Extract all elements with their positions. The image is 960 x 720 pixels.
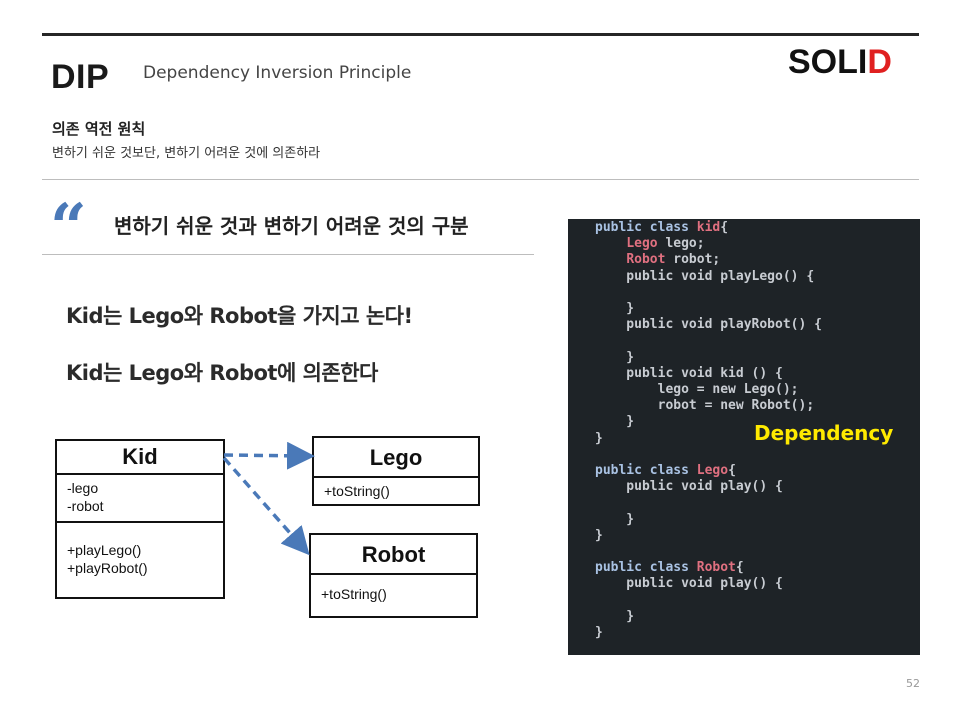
code-line: } bbox=[595, 301, 635, 316]
uml-class-robot: Robot +toString() bbox=[309, 533, 478, 618]
code-line: } bbox=[595, 527, 603, 543]
top-rule bbox=[42, 33, 919, 36]
code-line: robot = new Robot(); bbox=[595, 398, 815, 414]
code-line: Lego lego; bbox=[626, 236, 705, 252]
uml-attribute: -lego bbox=[67, 480, 99, 496]
code-line: public void playLego() { bbox=[595, 268, 815, 284]
uml-class-name: Robot bbox=[311, 535, 476, 575]
code-line: ​ bbox=[595, 544, 920, 560]
brand-accent: D bbox=[867, 43, 892, 81]
arrow-kid-to-robot bbox=[222, 456, 310, 556]
code-line: public void playRobot() { bbox=[595, 317, 822, 333]
page-subtitle: Dependency Inversion Principle bbox=[143, 63, 412, 83]
page-number: 52 bbox=[906, 677, 920, 690]
uml-operation: +toString() bbox=[321, 586, 387, 602]
code-line: } bbox=[595, 624, 603, 640]
code-line: Robot robot; bbox=[626, 252, 721, 268]
code-line: public class kid{ bbox=[595, 220, 729, 235]
code-line: public void play() { bbox=[595, 479, 783, 495]
code-line: } bbox=[595, 349, 635, 365]
quote-mark-icon: “ bbox=[50, 190, 87, 265]
code-line: ​ bbox=[595, 333, 920, 349]
code-line: public class Robot{ bbox=[595, 560, 744, 576]
code-line: ​ bbox=[595, 285, 920, 301]
uml-operation: +toString() bbox=[324, 483, 390, 499]
arrow-kid-to-lego bbox=[223, 441, 315, 470]
uml-class-name: Kid bbox=[57, 441, 223, 475]
code-line: public void play() { bbox=[595, 576, 783, 592]
uml-operations: +toString() bbox=[314, 478, 478, 504]
uml-attribute: -robot bbox=[67, 498, 104, 514]
code-line: ​ bbox=[595, 593, 920, 609]
solid-brand: SOLID bbox=[788, 43, 892, 82]
uml-operation: +playRobot() bbox=[67, 560, 148, 576]
statement-depends: Kid는 Lego와 Robot에 의존한다 bbox=[66, 361, 378, 385]
uml-class-lego: Lego +toString() bbox=[312, 436, 480, 506]
code-line: lego = new Lego(); bbox=[595, 382, 799, 397]
statement-plays: Kid는 Lego와 Robot을 가지고 논다! bbox=[66, 304, 413, 328]
principle-description: 변하기 쉬운 것보단, 변하기 어려운 것에 의존하라 bbox=[52, 146, 321, 161]
dependency-label: Dependency bbox=[754, 421, 894, 445]
code-line: ​ bbox=[595, 495, 920, 511]
code-line: public void kid () { bbox=[595, 365, 783, 381]
uml-attributes: -lego -robot bbox=[57, 475, 223, 523]
code-line: } bbox=[595, 608, 635, 624]
brand-main: SOLI bbox=[788, 43, 868, 81]
uml-class-kid: Kid -lego -robot +playLego() +playRobot(… bbox=[55, 439, 225, 599]
code-line: ​ bbox=[595, 447, 920, 463]
section-divider bbox=[42, 179, 919, 180]
quote-divider bbox=[42, 254, 534, 255]
quote-text: 변하기 쉬운 것과 변하기 어려운 것의 구분 bbox=[114, 214, 469, 238]
code-line: public class Lego{ bbox=[595, 463, 736, 478]
uml-operation: +playLego() bbox=[67, 542, 142, 558]
code-line: } bbox=[595, 511, 635, 527]
uml-class-name: Lego bbox=[314, 438, 478, 478]
uml-operations: +toString() bbox=[311, 575, 476, 607]
page-title: DIP bbox=[51, 58, 110, 96]
uml-operations: +playLego() +playRobot() bbox=[57, 523, 223, 581]
principle-heading: 의존 역전 원칙 bbox=[52, 120, 146, 138]
